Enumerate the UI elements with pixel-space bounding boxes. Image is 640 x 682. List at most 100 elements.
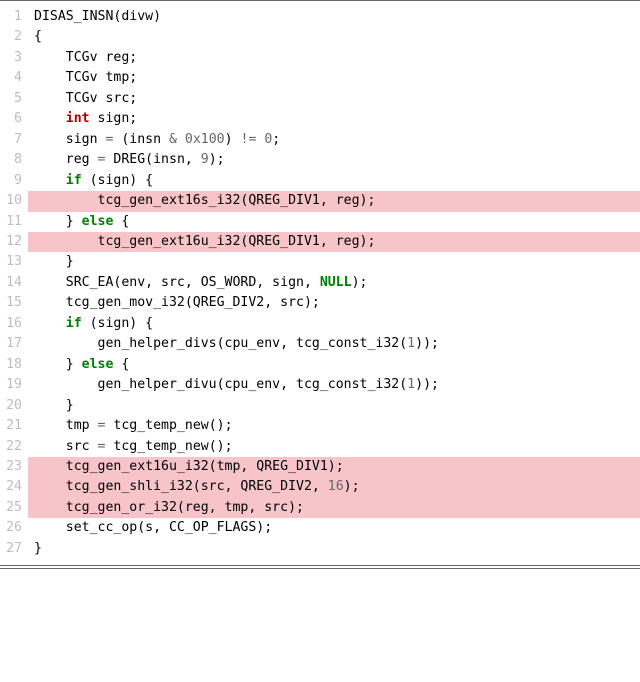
code-text: TCGv tmp; <box>28 68 640 88</box>
line-number: 9 <box>0 171 28 191</box>
token-op: = <box>98 439 106 454</box>
code-line: 20 } <box>0 396 640 416</box>
code-text: src = tcg_temp_new(); <box>28 437 640 457</box>
line-number: 5 <box>0 89 28 109</box>
highlighted-code: tcg_gen_ext16s_i32(QREG_DIV1, reg); <box>28 191 640 211</box>
code-text: set_cc_op(s, CC_OP_FLAGS); <box>28 518 640 538</box>
line-number: 27 <box>0 539 28 559</box>
code-line: 13 } <box>0 252 640 272</box>
token-op: & <box>169 132 177 147</box>
code-line: 23 tcg_gen_ext16u_i32(tmp, QREG_DIV1); <box>0 457 640 477</box>
line-number: 20 <box>0 396 28 416</box>
code-text: if (sign) { <box>28 171 640 191</box>
code-line: 26 set_cc_op(s, CC_OP_FLAGS); <box>0 518 640 538</box>
token-num: 0 <box>264 132 272 147</box>
code-text: } else { <box>28 212 640 232</box>
code-line: 19 gen_helper_divu(cpu_env, tcg_const_i3… <box>0 375 640 395</box>
line-number: 4 <box>0 68 28 88</box>
code-text: int sign; <box>28 109 640 129</box>
token-nullc: NULL <box>320 275 352 290</box>
token-intkw: int <box>66 111 90 126</box>
code-text: reg = DREG(insn, 9); <box>28 150 640 170</box>
code-text: tcg_gen_mov_i32(QREG_DIV2, src); <box>28 293 640 313</box>
token-num: 9 <box>201 152 209 167</box>
code-line: 16 if (sign) { <box>0 314 640 334</box>
code-line: 22 src = tcg_temp_new(); <box>0 437 640 457</box>
code-text: tmp = tcg_temp_new(); <box>28 416 640 436</box>
line-number: 19 <box>0 375 28 395</box>
code-line: 9 if (sign) { <box>0 171 640 191</box>
line-number: 2 <box>0 27 28 47</box>
token-kw: if <box>66 173 82 188</box>
line-number: 15 <box>0 293 28 313</box>
code-line: 27} <box>0 539 640 559</box>
code-line: 7 sign = (insn & 0x100) != 0; <box>0 130 640 150</box>
code-text: TCGv src; <box>28 89 640 109</box>
code-line: 2{ <box>0 27 640 47</box>
code-line: 11 } else { <box>0 212 640 232</box>
line-number: 3 <box>0 48 28 68</box>
line-number: 1 <box>0 7 28 27</box>
highlighted-code: tcg_gen_ext16u_i32(QREG_DIV1, reg); <box>28 232 640 252</box>
line-number: 16 <box>0 314 28 334</box>
code-line: 18 } else { <box>0 355 640 375</box>
code-listing: 1DISAS_INSN(divw)2{3 TCGv reg;4 TCGv tmp… <box>0 0 640 566</box>
code-line: 4 TCGv tmp; <box>0 68 640 88</box>
highlighted-code: tcg_gen_shli_i32(src, QREG_DIV2, 16); <box>28 477 640 497</box>
code-text: } else { <box>28 355 640 375</box>
code-line: 12 tcg_gen_ext16u_i32(QREG_DIV1, reg); <box>0 232 640 252</box>
token-num: 1 <box>407 336 415 351</box>
token-op: = <box>98 418 106 433</box>
line-number: 10 <box>0 191 28 211</box>
code-line: 21 tmp = tcg_temp_new(); <box>0 416 640 436</box>
token-op: != <box>241 132 257 147</box>
line-number: 13 <box>0 252 28 272</box>
line-number: 14 <box>0 273 28 293</box>
code-line: 1DISAS_INSN(divw) <box>0 7 640 27</box>
code-text: gen_helper_divu(cpu_env, tcg_const_i32(1… <box>28 375 640 395</box>
code-text: SRC_EA(env, src, OS_WORD, sign, NULL); <box>28 273 640 293</box>
code-text: gen_helper_divs(cpu_env, tcg_const_i32(1… <box>28 334 640 354</box>
line-number: 24 <box>0 477 28 497</box>
code-line: 24 tcg_gen_shli_i32(src, QREG_DIV2, 16); <box>0 477 640 497</box>
bottom-rule <box>0 568 640 569</box>
line-number: 23 <box>0 457 28 477</box>
code-line: 15 tcg_gen_mov_i32(QREG_DIV2, src); <box>0 293 640 313</box>
token-op: = <box>105 132 113 147</box>
line-number: 7 <box>0 130 28 150</box>
code-text: if (sign) { <box>28 314 640 334</box>
code-text: { <box>28 27 640 47</box>
line-number: 25 <box>0 498 28 518</box>
token-kw: else <box>82 214 114 229</box>
code-line: 17 gen_helper_divs(cpu_env, tcg_const_i3… <box>0 334 640 354</box>
code-line: 3 TCGv reg; <box>0 48 640 68</box>
code-text: } <box>28 396 640 416</box>
line-number: 22 <box>0 437 28 457</box>
code-line: 10 tcg_gen_ext16s_i32(QREG_DIV1, reg); <box>0 191 640 211</box>
code-line: 25 tcg_gen_or_i32(reg, tmp, src); <box>0 498 640 518</box>
code-text: DISAS_INSN(divw) <box>28 7 640 27</box>
token-kw: if <box>66 316 82 331</box>
token-num: 16 <box>328 479 344 494</box>
token-num: 1 <box>407 377 415 392</box>
token-kw: else <box>82 357 114 372</box>
line-number: 18 <box>0 355 28 375</box>
code-text: } <box>28 252 640 272</box>
line-number: 12 <box>0 232 28 252</box>
line-number: 26 <box>0 518 28 538</box>
code-text: TCGv reg; <box>28 48 640 68</box>
code-line: 6 int sign; <box>0 109 640 129</box>
code-text: } <box>28 539 640 559</box>
token-op: = <box>98 152 106 167</box>
code-line: 8 reg = DREG(insn, 9); <box>0 150 640 170</box>
code-text: sign = (insn & 0x100) != 0; <box>28 130 640 150</box>
line-number: 21 <box>0 416 28 436</box>
highlighted-code: tcg_gen_ext16u_i32(tmp, QREG_DIV1); <box>28 457 640 477</box>
highlighted-code: tcg_gen_or_i32(reg, tmp, src); <box>28 498 640 518</box>
token-num: 0x100 <box>185 132 225 147</box>
line-number: 6 <box>0 109 28 129</box>
code-line: 5 TCGv src; <box>0 89 640 109</box>
code-line: 14 SRC_EA(env, src, OS_WORD, sign, NULL)… <box>0 273 640 293</box>
line-number: 17 <box>0 334 28 354</box>
line-number: 8 <box>0 150 28 170</box>
